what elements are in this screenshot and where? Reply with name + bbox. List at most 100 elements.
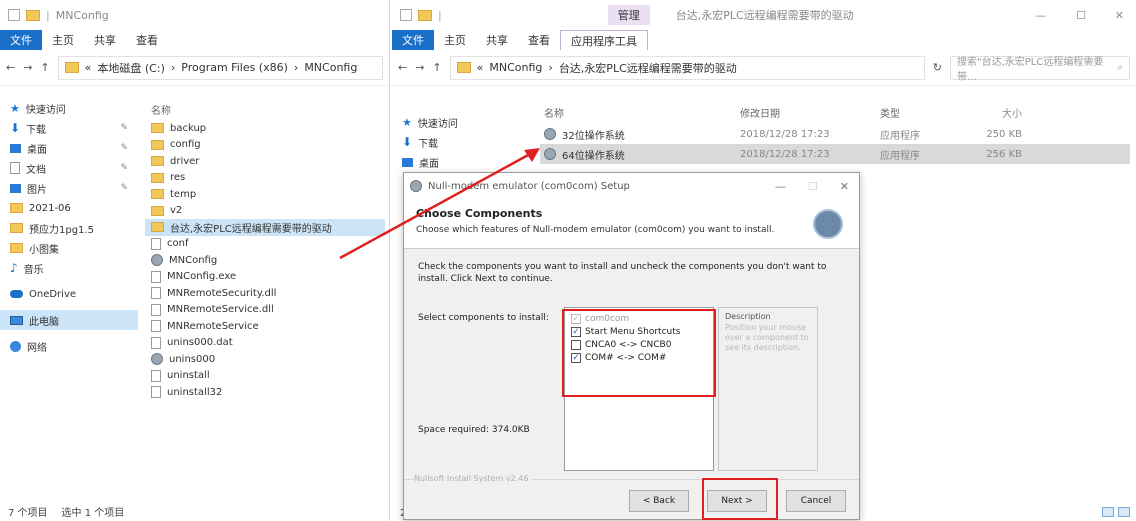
- minimize-icon[interactable]: —: [1035, 9, 1046, 22]
- dialog-footer: Nullsoft Install System v2.46 < Back Nex…: [404, 474, 859, 519]
- manage-context-tab[interactable]: 管理: [607, 5, 650, 25]
- list-item[interactable]: unins000.dat: [145, 335, 385, 352]
- tab-view[interactable]: 查看: [518, 30, 560, 50]
- left-explorer-window: | MNConfig 文件 主页 共享 查看 ← → ↑ « 本地磁盘 (C:)…: [0, 0, 390, 521]
- folder-icon: [418, 9, 432, 21]
- view-toggle: [1102, 507, 1130, 517]
- folder-icon: [151, 139, 164, 150]
- list-item[interactable]: MNConfig: [145, 252, 385, 269]
- nav-item-pictures[interactable]: 图片 ✎: [0, 178, 138, 198]
- checkbox-icon[interactable]: ✓: [571, 352, 581, 363]
- nav-item-folder[interactable]: 2021-06: [0, 198, 138, 218]
- list-item[interactable]: unins000: [145, 351, 385, 368]
- list-item[interactable]: config: [145, 137, 385, 154]
- tab-file[interactable]: 文件: [0, 30, 42, 50]
- minimize-icon[interactable]: —: [775, 180, 786, 193]
- nav-item-desktop[interactable]: 桌面 ✎: [0, 138, 138, 158]
- nav-item-onedrive[interactable]: OneDrive: [0, 284, 138, 304]
- list-item[interactable]: driver: [145, 153, 385, 170]
- picture-icon: [10, 183, 21, 193]
- nav-item-folder[interactable]: 小图集: [0, 238, 138, 258]
- checkbox-icon[interactable]: ✓: [571, 326, 581, 337]
- nav-item-this-pc[interactable]: 此电脑: [0, 310, 138, 330]
- nav-item-network[interactable]: 网络: [0, 336, 138, 356]
- list-item[interactable]: MNRemoteService.dll: [145, 302, 385, 319]
- table-row-selected[interactable]: 64位操作系统 2018/12/28 17:23 应用程序 256 KB: [540, 144, 1130, 164]
- tab-share[interactable]: 共享: [476, 30, 518, 50]
- folder-icon: [151, 205, 164, 216]
- back-arrow-icon[interactable]: ←: [6, 61, 15, 74]
- large-icons-view-icon[interactable]: [1118, 507, 1130, 517]
- column-header-size[interactable]: 大小: [950, 105, 1030, 120]
- nav-item-quick-access[interactable]: ★ 快速访问: [0, 98, 138, 118]
- breadcrumb-segment[interactable]: MNConfig: [304, 61, 357, 74]
- list-item[interactable]: v2: [145, 203, 385, 220]
- close-icon[interactable]: ✕: [840, 180, 849, 193]
- cancel-button[interactable]: Cancel: [786, 490, 846, 512]
- quick-access-toolbar-icon[interactable]: [8, 9, 20, 21]
- refresh-icon[interactable]: ↻: [933, 61, 942, 74]
- list-item[interactable]: MNRemoteService: [145, 318, 385, 335]
- breadcrumb-segment[interactable]: 台达,永宏PLC远程编程需要带的驱动: [559, 60, 737, 76]
- tab-app-tools[interactable]: 应用程序工具: [560, 30, 648, 50]
- tab-home[interactable]: 主页: [434, 30, 476, 50]
- back-button[interactable]: < Back: [629, 490, 689, 512]
- list-item[interactable]: uninstall32: [145, 384, 385, 401]
- breadcrumb-segment[interactable]: MNConfig: [489, 61, 542, 74]
- folder-icon: [26, 9, 40, 21]
- nav-item-music[interactable]: ♪ 音乐: [0, 258, 138, 278]
- forward-arrow-icon[interactable]: →: [415, 61, 424, 74]
- nav-item-downloads[interactable]: ⬇ 下载: [392, 132, 532, 152]
- list-item[interactable]: temp: [145, 186, 385, 203]
- breadcrumb-segment[interactable]: Program Files (x86): [181, 61, 288, 74]
- list-item[interactable]: MNRemoteSecurity.dll: [145, 285, 385, 302]
- table-row[interactable]: 32位操作系统 2018/12/28 17:23 应用程序 250 KB: [540, 124, 1130, 144]
- pin-icon: ✎: [120, 163, 128, 173]
- list-item[interactable]: uninstall: [145, 368, 385, 385]
- list-item[interactable]: backup: [145, 120, 385, 137]
- tab-home[interactable]: 主页: [42, 30, 84, 50]
- file-icon: [151, 287, 161, 300]
- address-box[interactable]: « MNConfig › 台达,永宏PLC远程编程需要带的驱动: [449, 55, 925, 80]
- installer-logo-icon: [813, 209, 843, 239]
- tab-file[interactable]: 文件: [392, 30, 434, 50]
- maximize-icon[interactable]: ☐: [808, 180, 818, 193]
- list-item[interactable]: res: [145, 170, 385, 187]
- description-box: Description Position your mouse over a c…: [718, 307, 818, 471]
- column-headers: 名称 修改日期 类型 大小: [540, 100, 1130, 124]
- search-input[interactable]: 搜索"台达,永宏PLC远程编程需要带... ⌕: [950, 55, 1130, 83]
- nav-item-quick-access[interactable]: ★ 快速访问: [392, 112, 532, 132]
- address-box[interactable]: « 本地磁盘 (C:) › Program Files (x86) › MNCo…: [57, 55, 383, 80]
- next-button[interactable]: Next >: [707, 490, 767, 512]
- nav-item-downloads[interactable]: ⬇ 下载 ✎: [0, 118, 138, 138]
- tab-share[interactable]: 共享: [84, 30, 126, 50]
- dialog-title: Null-modem emulator (com0com) Setup: [428, 180, 630, 192]
- up-arrow-icon[interactable]: ↑: [432, 61, 441, 74]
- list-item[interactable]: MNConfig.exe: [145, 269, 385, 286]
- tab-view[interactable]: 查看: [126, 30, 168, 50]
- checkbox-icon: ✓: [571, 313, 581, 324]
- dialog-heading: Choose Components: [416, 207, 543, 220]
- component-start-menu-shortcuts[interactable]: ✓ Start Menu Shortcuts: [571, 325, 707, 338]
- column-header-modified[interactable]: 修改日期: [740, 105, 880, 120]
- column-header-name[interactable]: 名称: [145, 98, 385, 120]
- back-arrow-icon[interactable]: ←: [398, 61, 407, 74]
- column-header-type[interactable]: 类型: [880, 105, 950, 120]
- nav-item-desktop[interactable]: 桌面: [392, 152, 532, 172]
- component-com-pair[interactable]: ✓ COM# <-> COM#: [571, 351, 707, 364]
- app-icon: [544, 148, 556, 160]
- list-item-selected[interactable]: 台达,永宏PLC远程编程需要带的驱动: [145, 219, 385, 236]
- up-arrow-icon[interactable]: ↑: [40, 61, 49, 74]
- column-header-name[interactable]: 名称: [540, 105, 740, 120]
- details-view-icon[interactable]: [1102, 507, 1114, 517]
- component-cnca0-cncb0[interactable]: CNCA0 <-> CNCB0: [571, 338, 707, 351]
- breadcrumb-segment[interactable]: 本地磁盘 (C:): [97, 60, 164, 76]
- quick-access-toolbar-icon[interactable]: [400, 9, 412, 21]
- maximize-icon[interactable]: ☐: [1076, 9, 1086, 22]
- list-item[interactable]: conf: [145, 236, 385, 253]
- checkbox-icon[interactable]: [571, 339, 581, 350]
- nav-item-documents[interactable]: 文档 ✎: [0, 158, 138, 178]
- forward-arrow-icon[interactable]: →: [23, 61, 32, 74]
- nav-item-folder[interactable]: 预应力1pg1.5: [0, 218, 138, 238]
- close-icon[interactable]: ✕: [1115, 9, 1124, 22]
